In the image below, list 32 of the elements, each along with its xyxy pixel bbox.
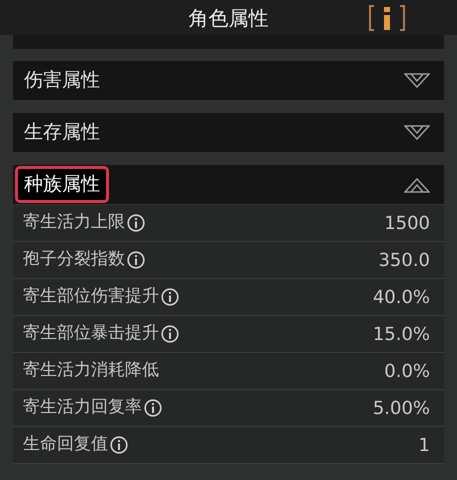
stat-label: 孢子分裂指数 [23, 248, 125, 272]
section-title: 伤害属性 [23, 68, 101, 94]
stat-label: 生命回复值 [23, 433, 108, 456]
window-title: 角色属性 [188, 4, 268, 32]
chevron-down-icon [404, 124, 430, 140]
info-icon[interactable] [127, 251, 145, 269]
stat-label: 寄生活力回复率 [23, 396, 142, 420]
info-button[interactable] [367, 3, 407, 33]
chevron-up-icon [404, 176, 430, 192]
stat-value: 40.0% [372, 286, 430, 310]
section-header[interactable]: 种族属性 [13, 165, 444, 205]
section-header[interactable]: 伤害属性 [13, 61, 444, 101]
stat-label: 寄生活力消耗降低 [23, 359, 159, 382]
stat-label: 寄生部位暴击提升 [23, 322, 159, 346]
stat-value: 0.0% [384, 360, 430, 384]
stat-label: 寄生部位伤害提升 [23, 285, 159, 308]
stat-value: 5.00% [372, 396, 430, 420]
chevron-down-icon [404, 72, 430, 88]
info-icon[interactable] [144, 399, 162, 417]
stat-value: 1 [418, 434, 430, 458]
section-header[interactable]: 生存属性 [13, 113, 444, 153]
info-icon[interactable] [161, 325, 179, 343]
section-title: 种族属性 [15, 166, 109, 203]
section-title: 生存属性 [23, 120, 101, 146]
info-icon[interactable] [161, 288, 179, 306]
stat-value: 15.0% [372, 322, 430, 346]
info-icon[interactable] [127, 214, 145, 232]
info-icon[interactable] [110, 436, 128, 454]
stat-value: 350.0 [378, 248, 430, 272]
stat-value: 1500 [384, 212, 430, 236]
stat-label: 寄生活力上限 [23, 211, 125, 234]
info-icon [368, 4, 406, 32]
